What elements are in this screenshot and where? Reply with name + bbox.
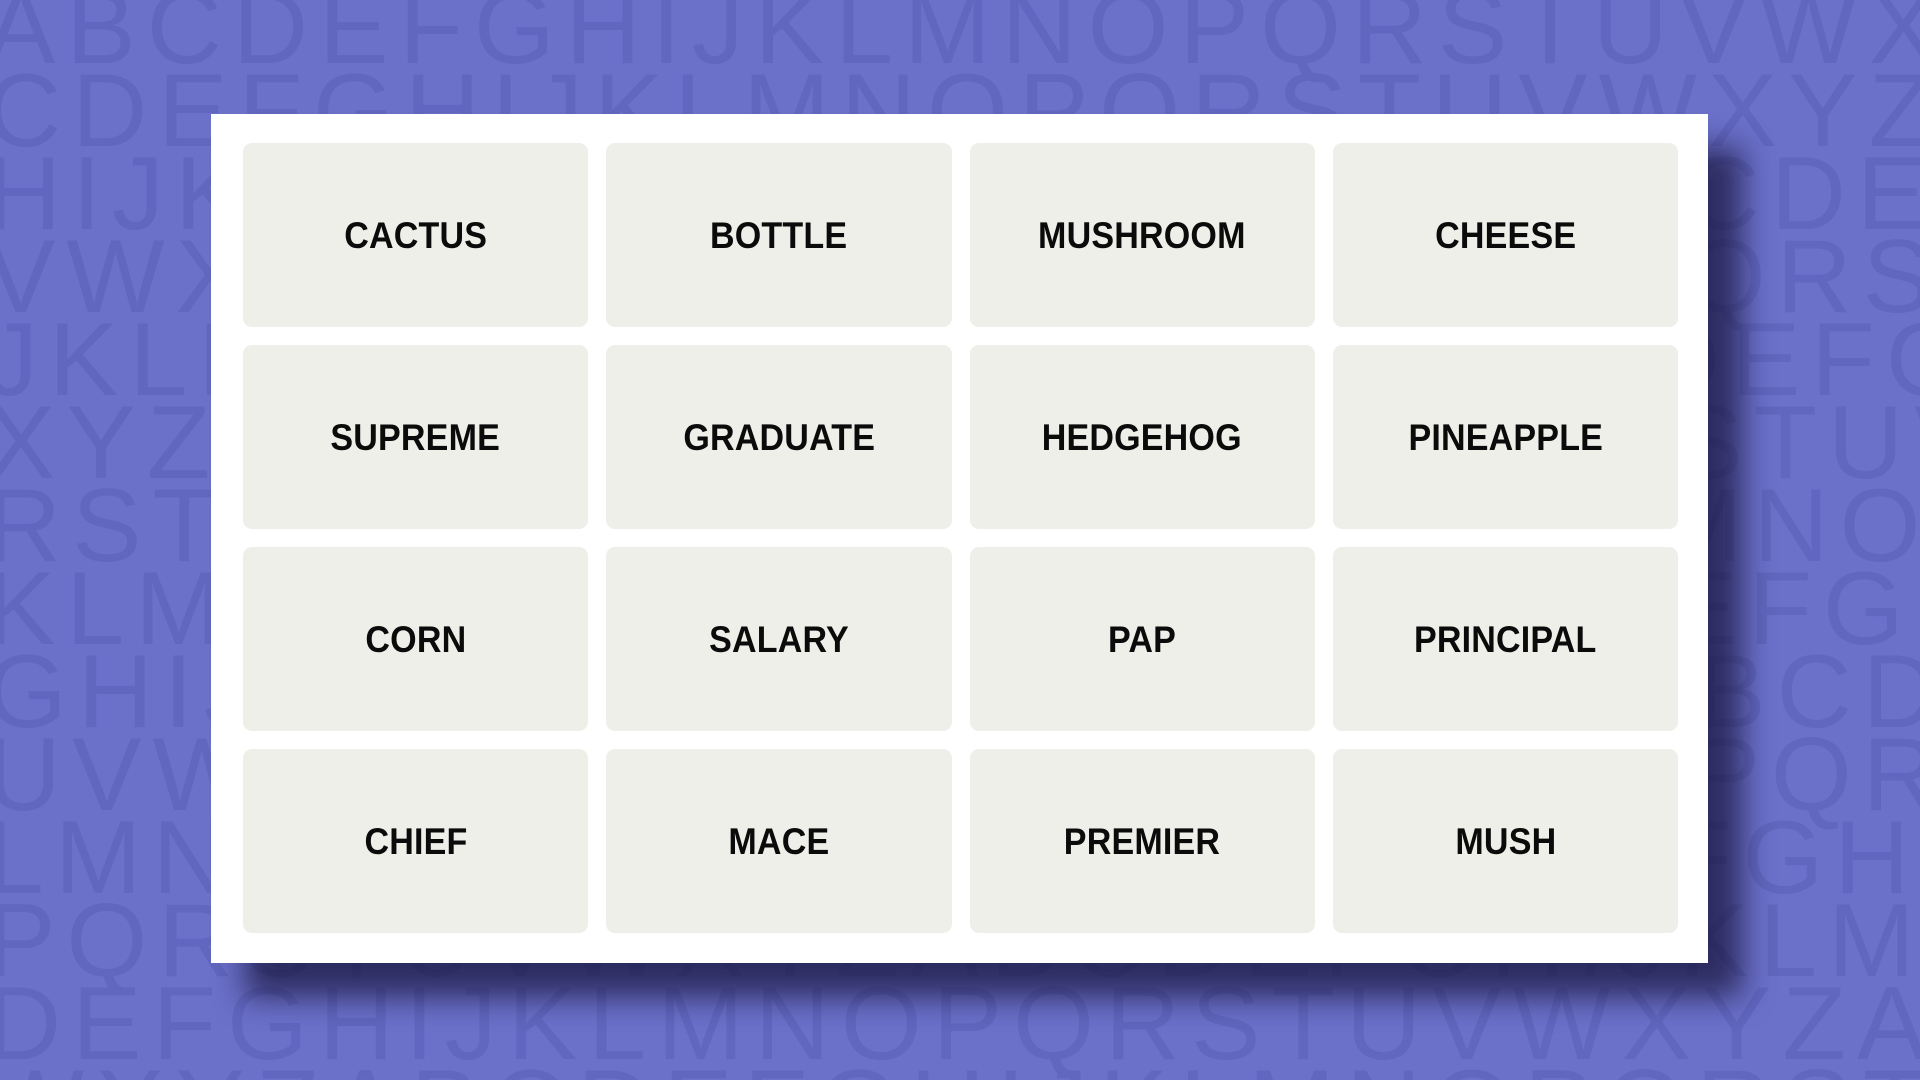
word-tile-grid: CACTUS BOTTLE MUSHROOM CHEESE SUPREME GRADUAT… [243, 143, 1678, 933]
word-tile-label: GRADUATE [682, 416, 875, 458]
word-tile[interactable]: PRINCIPAL [1332, 547, 1678, 731]
word-tile[interactable]: GRADUATE [606, 345, 952, 529]
word-tile-label: MUSHROOM [1038, 214, 1246, 256]
word-tile-label: CHEESE [1434, 214, 1576, 256]
word-tile[interactable]: PREMIER [969, 749, 1315, 933]
word-tile[interactable]: MUSHROOM [969, 143, 1315, 327]
word-tile[interactable]: BOTTLE [606, 143, 952, 327]
word-tile-label: CORN [365, 618, 467, 660]
word-tile-label: BOTTLE [710, 214, 848, 256]
word-tile-label: HEDGEHOG [1042, 416, 1243, 458]
word-tile[interactable]: CACTUS [243, 143, 589, 327]
word-tile[interactable]: CORN [243, 547, 589, 731]
background-letter-row: WXYZABCDEFGHIJKLMNOPQRSTUVWXYZABCDEFGHIJ… [0, 1055, 1920, 1080]
word-tile[interactable]: MACE [606, 749, 952, 933]
word-tile-label: PAP [1108, 618, 1177, 660]
game-board-panel: CACTUS BOTTLE MUSHROOM CHEESE SUPREME GRADUAT… [211, 114, 1708, 963]
word-tile[interactable]: PAP [969, 547, 1315, 731]
word-tile[interactable]: CHEESE [1332, 143, 1678, 327]
word-tile[interactable]: HEDGEHOG [969, 345, 1315, 529]
word-tile-label: PREMIER [1063, 820, 1221, 862]
word-tile[interactable]: MUSH [1332, 749, 1678, 933]
word-tile-label: MACE [728, 820, 830, 862]
word-tile-label: CHIEF [364, 820, 468, 862]
word-tile-label: MUSH [1454, 820, 1556, 862]
word-tile-label: SUPREME [330, 416, 501, 458]
word-tile[interactable]: CHIEF [243, 749, 589, 933]
word-tile[interactable]: PINEAPPLE [1332, 345, 1678, 529]
word-tile-label: SALARY [708, 618, 849, 660]
word-tile[interactable]: SALARY [606, 547, 952, 731]
word-tile-label: PRINCIPAL [1414, 618, 1597, 660]
word-tile-label: CACTUS [344, 214, 488, 256]
word-tile[interactable]: SUPREME [243, 345, 589, 529]
word-tile-label: PINEAPPLE [1408, 416, 1603, 458]
